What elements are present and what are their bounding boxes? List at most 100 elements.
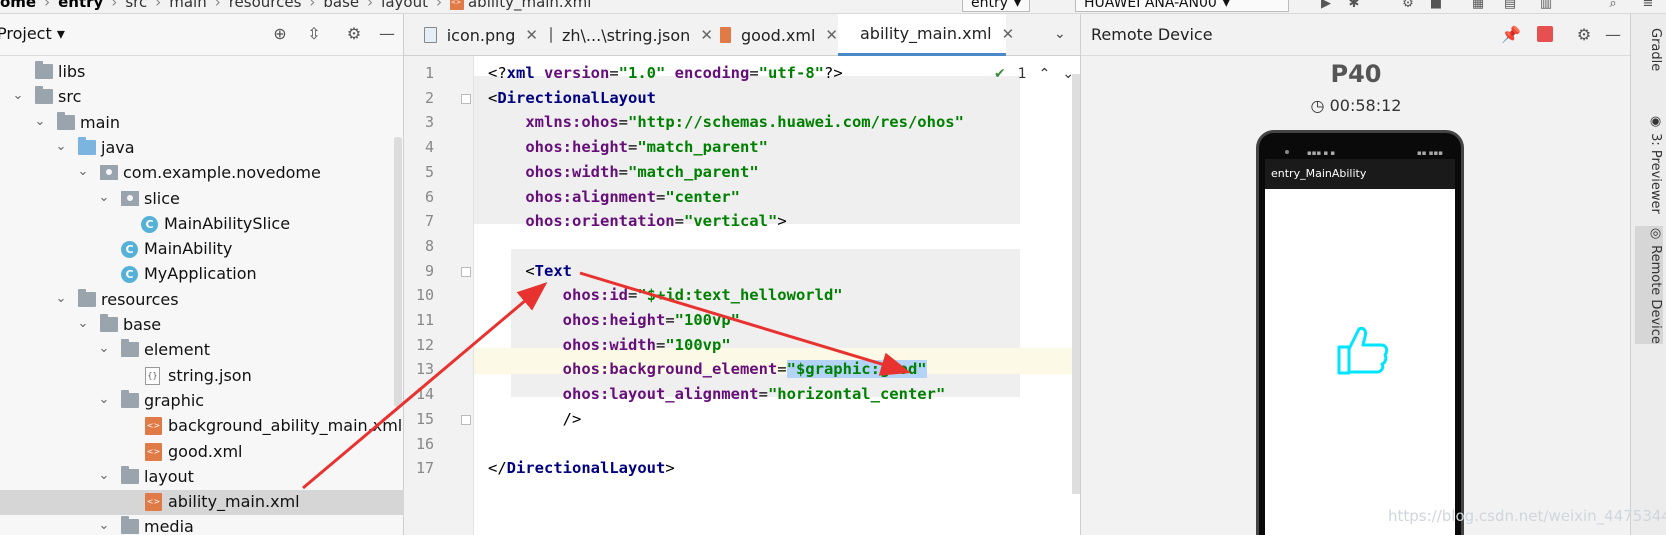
chevron-down-icon[interactable]: ⌄ [76,164,90,179]
breadcrumb-item[interactable]: entry [58,0,103,11]
inspection-count: 1 [1017,66,1027,82]
remote-device-tab[interactable]: ◎ Remote Device [1635,226,1663,344]
code-line: ohos:orientation="vertical"> [488,212,786,230]
code-area[interactable]: <?xml version="1.0" encoding="utf-8"?> <D… [474,56,1080,535]
code-line: ohos:width="100vp" [488,336,731,354]
tab-good-xml[interactable]: good.xml ✕ [708,14,838,56]
breadcrumb-item[interactable]: base [323,0,359,11]
minimize-icon[interactable]: — [1603,25,1623,44]
tree-item[interactable]: <> ability_main.xml [0,490,404,516]
settings-icon[interactable]: ⚙ [1400,0,1416,11]
previewer-tab[interactable]: ◉ 3: Previewer [1635,114,1663,214]
device-manager-icon[interactable]: ▤ [1502,0,1518,11]
chevron-down-icon[interactable]: ⌄ [76,316,90,331]
svg-text:▪▪ ▪▪▪: ▪▪ ▪▪▪ [1417,149,1443,157]
chevron-down-icon[interactable]: ⌄ [97,518,111,533]
debug-icon[interactable]: ✱ [1346,0,1362,11]
tree-item[interactable]: ⌄ src [0,85,404,110]
tab-ability-main-xml[interactable]: ability_main.xml ✕ [838,14,1014,56]
code-token: DirectionalLayout [506,459,666,478]
class-icon: C [121,266,138,284]
tree-item[interactable]: ⌄ main [0,111,404,136]
tree-item[interactable]: C MainAbility [0,237,404,262]
project-structure-icon[interactable]: ▥ [1538,0,1554,11]
tree-item[interactable]: ⌄ element [0,338,404,363]
code-token: encoding [674,64,750,82]
layout-icon[interactable]: ▦ [1470,0,1486,11]
chevron-down-icon[interactable]: ⌄ [54,139,68,154]
close-icon[interactable]: ✕ [525,26,538,44]
chevron-down-icon[interactable]: ⌄ [33,114,47,129]
app-screen[interactable] [1265,189,1455,535]
gear-icon[interactable]: ⚙ [1574,25,1594,44]
tree-item-label: element [144,340,210,360]
chevron-down-icon[interactable]: ⌄ [11,88,25,103]
chevron-down-icon[interactable]: ⌄ [97,190,111,205]
chevron-down-icon[interactable]: ⌄ [54,291,68,306]
breadcrumb-separator: › [435,0,442,11]
tree-item[interactable]: C MyApplication [0,262,404,287]
gradle-tab[interactable]: Gradle [1635,28,1663,71]
locate-icon[interactable]: ⊕ [270,24,290,44]
fold-marker-icon[interactable] [461,414,471,425]
tree-item[interactable]: ⌄ resources [0,288,404,313]
code-token: < [488,88,498,107]
tree-item[interactable]: ⌄ java [0,136,404,161]
tree-item-label: resources [101,289,179,309]
run-icon[interactable]: ▶ [1318,0,1334,11]
tree-item[interactable]: <> good.xml [0,440,404,465]
breadcrumb-item[interactable]: resources [229,0,302,11]
stop-icon[interactable]: ■ [1428,0,1444,11]
code-token: > [665,459,675,478]
breadcrumb-item[interactable]: ome [0,0,36,11]
json-file-icon: {} [145,366,160,385]
tree-item[interactable]: ⌄ graphic [0,389,404,414]
tree-item[interactable]: libs [0,60,404,85]
inspection-widget[interactable]: ✔ 1 ⌃ ⌄ [994,66,1074,82]
gear-icon[interactable]: ⚙ [344,24,364,44]
minimize-icon[interactable]: — [377,24,397,44]
chevron-down-icon[interactable]: ⌄ [97,392,111,407]
tree-item[interactable]: {} string.json [0,364,404,389]
scrollbar[interactable] [394,137,402,407]
tab-string-json[interactable]: zh\...\string.json ✕ [538,14,713,56]
code-token: version [544,64,610,82]
device-screen[interactable]: ▪▪▪ ▪ ▪ ▪▪ ▪▪▪ entry_MainAbility [1256,130,1464,535]
breadcrumb-item[interactable]: ability_main.xml [468,0,591,11]
tab-icon-png[interactable]: icon.png ✕ [412,14,538,56]
tree-item[interactable]: <> background_ability_main.xml [0,414,404,439]
code-token: = [655,187,666,206]
tree-item[interactable]: ⌄ media [0,515,404,535]
code-token: "center" [665,187,740,206]
search-icon[interactable]: ⌕ [1605,0,1621,11]
chevron-down-icon[interactable]: ⌄ [1054,26,1066,42]
stop-icon[interactable] [1537,26,1553,42]
breadcrumb-separator: › [111,0,118,11]
breadcrumb-item[interactable]: layout [381,0,428,11]
device-select[interactable]: HUAWEI ANA-AN00 ▾ [1075,0,1289,12]
chevron-down-icon[interactable]: ⌄ [97,341,111,356]
code-token: <? [488,64,507,82]
chevron-up-icon[interactable]: ⌃ [1039,66,1051,82]
project-panel-title[interactable]: Project ▾ [0,24,65,43]
close-icon[interactable]: ✕ [825,26,838,44]
breadcrumb-item[interactable]: src [125,0,147,11]
close-icon[interactable]: ✕ [1002,25,1015,43]
tree-item[interactable]: ⌄ layout [0,465,404,490]
scrollbar[interactable] [1072,74,1080,494]
fold-marker-icon[interactable] [461,93,471,104]
breadcrumb-item[interactable]: main [169,0,206,11]
collapse-all-icon[interactable]: ⇳ [304,24,324,44]
menu-icon[interactable]: ≡ [1640,0,1656,11]
thumbs-up-icon[interactable] [1335,323,1391,379]
tree-item-label: graphic [144,390,205,410]
tree-item[interactable]: ⌄ slice [0,187,404,212]
line-number: 3 [424,113,434,132]
tree-item[interactable]: C MainAbilitySlice [0,212,404,237]
pin-icon[interactable]: 📌 [1501,25,1521,44]
tree-item[interactable]: ⌄ com.example.novedome [0,161,404,186]
fold-marker-icon[interactable] [461,266,471,277]
run-config-select[interactable]: entry ▾ [962,0,1031,12]
tree-item[interactable]: ⌄ base [0,313,404,338]
chevron-down-icon[interactable]: ⌄ [97,468,111,483]
